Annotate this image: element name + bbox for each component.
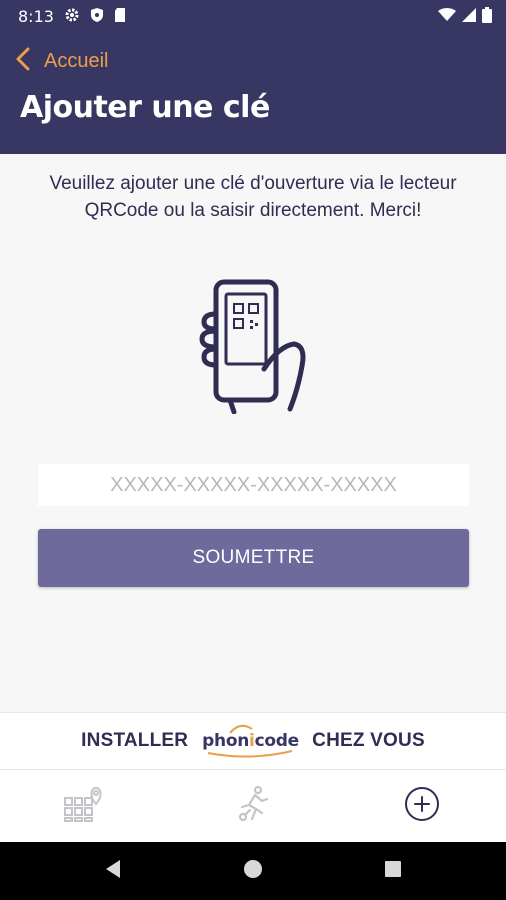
chevron-left-icon [14, 46, 32, 77]
system-home-button[interactable] [233, 851, 273, 891]
system-recents-button[interactable] [373, 851, 413, 891]
grid-location-icon [63, 786, 105, 827]
bottom-nav [0, 770, 506, 842]
instructions-text: Veuillez ajouter une clé d'ouverture via… [49, 173, 457, 221]
banner-left-text: INSTALLER [81, 730, 189, 751]
status-time: 8:13 [18, 7, 54, 26]
back-label: Accueil [44, 50, 109, 72]
settings-icon [64, 7, 80, 28]
signal-icon [462, 8, 476, 27]
qr-phone-illustration [194, 274, 314, 415]
nav-item-add-key[interactable] [337, 770, 506, 842]
sd-card-icon [114, 7, 126, 28]
key-input[interactable] [38, 464, 469, 506]
banner-right-text: CHEZ VOUS [312, 730, 425, 751]
add-circle-icon [403, 785, 441, 828]
submit-button[interactable]: SOUMETTRE [38, 529, 469, 587]
nav-item-access[interactable] [169, 770, 338, 842]
nav-item-locations[interactable] [0, 770, 169, 842]
phonicode-logo: phonicode [200, 721, 300, 761]
system-nav-bar [0, 842, 506, 900]
shield-icon [90, 7, 104, 28]
page-title: Ajouter une clé [20, 90, 270, 125]
promo-banner[interactable]: INSTALLER phonicode CHEZ VOUS [0, 712, 506, 770]
triangle-back-icon [104, 859, 122, 884]
circle-home-icon [243, 859, 263, 884]
wifi-icon [438, 8, 456, 27]
running-person-key-icon [234, 785, 272, 828]
status-bar: 8:13 [0, 0, 506, 32]
main-content: Veuillez ajouter une clé d'ouverture via… [0, 154, 506, 712]
system-back-button[interactable] [93, 851, 133, 891]
brand-name: phonicode [202, 731, 299, 751]
square-recents-icon [384, 860, 402, 883]
battery-icon [482, 7, 492, 28]
app-bar: Accueil Ajouter une clé [0, 32, 506, 154]
back-button[interactable]: Accueil [14, 46, 108, 77]
